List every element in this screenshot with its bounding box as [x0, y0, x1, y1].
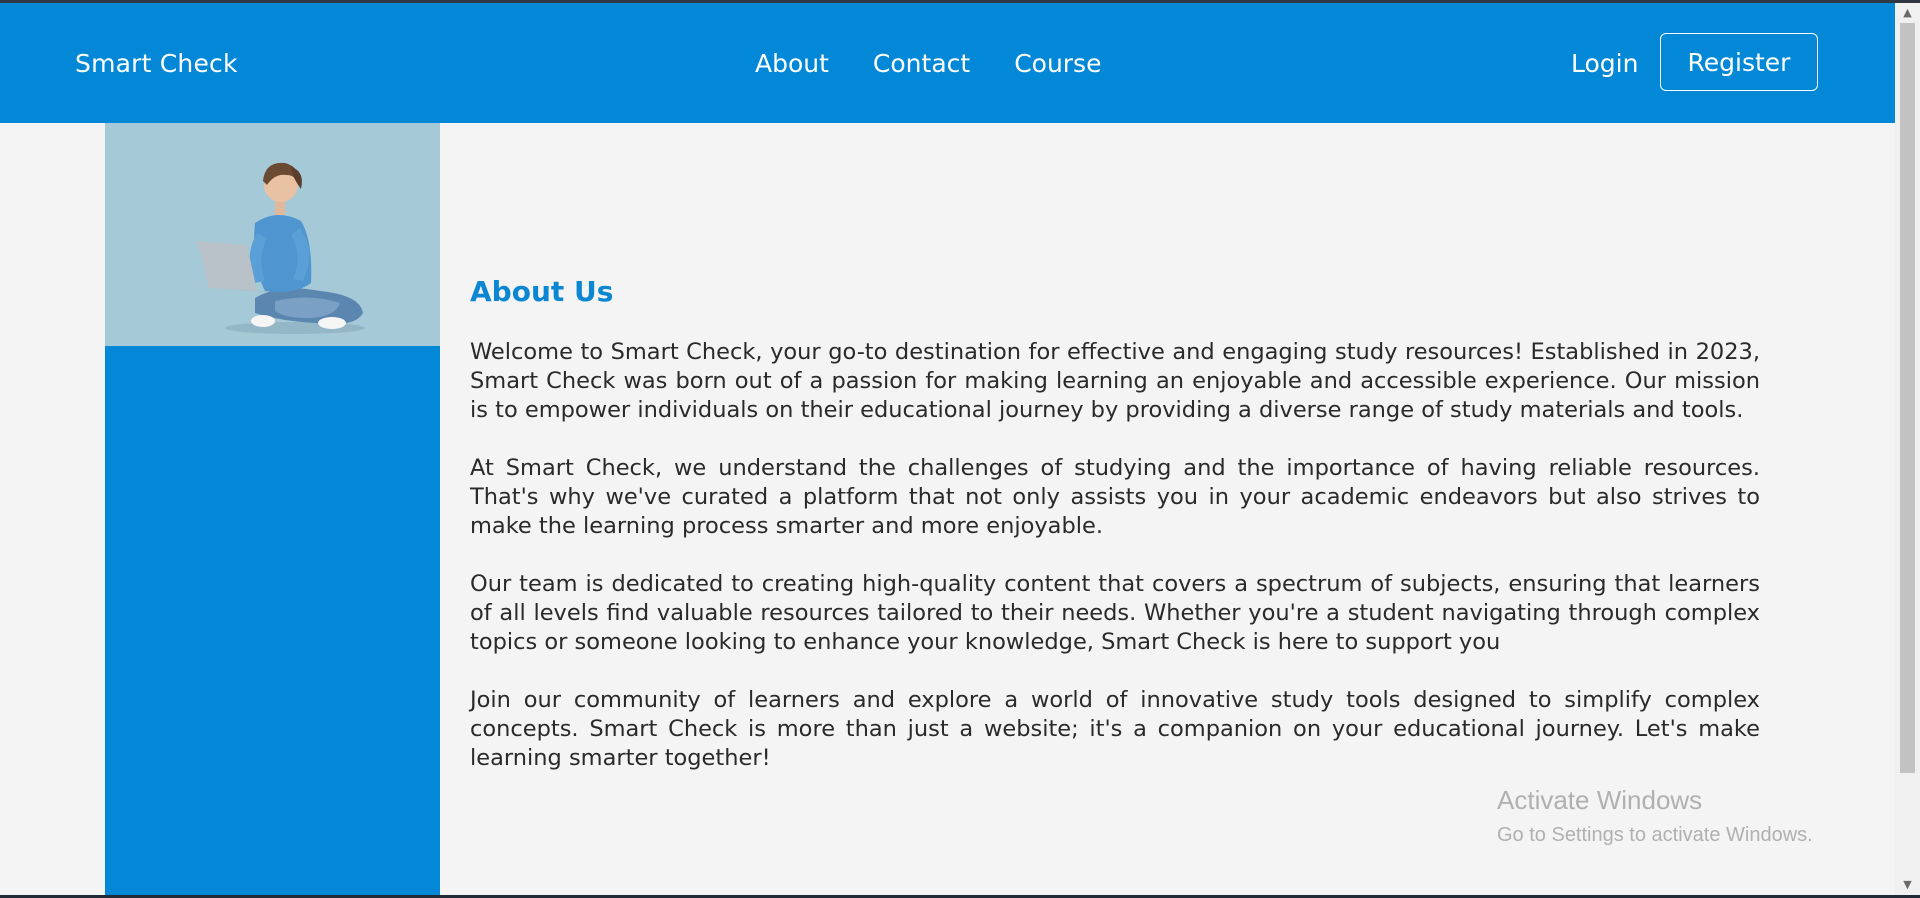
about-paragraph-1: Welcome to Smart Check, your go-to desti… [470, 339, 1760, 423]
brand-logo-link[interactable]: Smart Check [75, 49, 238, 78]
vertical-scrollbar[interactable]: ▲ ▼ [1895, 3, 1920, 895]
scroll-thumb[interactable] [1900, 23, 1915, 773]
about-paragraph-3: Our team is dedicated to creating high-q… [470, 571, 1760, 655]
browser-viewport: Smart Check About Contact Course Login R… [0, 3, 1895, 895]
activate-windows-watermark: Activate Windows Go to Settings to activ… [1497, 785, 1813, 847]
student-photo [105, 123, 440, 346]
about-paragraph-2: At Smart Check, we understand the challe… [470, 455, 1760, 539]
about-section: About Us Welcome to Smart Check, your go… [470, 275, 1760, 802]
navbar: Smart Check About Contact Course Login R… [0, 3, 1895, 123]
about-heading: About Us [470, 275, 614, 308]
nav-link-contact[interactable]: Contact [873, 49, 970, 78]
about-paragraph-4: Join our community of learners and explo… [470, 687, 1760, 771]
nav-links: About Contact Course [755, 49, 1101, 78]
nav-link-course[interactable]: Course [1014, 49, 1101, 78]
watermark-subtitle: Go to Settings to activate Windows. [1497, 824, 1813, 846]
nav-link-about[interactable]: About [755, 49, 829, 78]
scroll-down-arrow-icon[interactable]: ▼ [1895, 875, 1920, 895]
scroll-up-arrow-icon[interactable]: ▲ [1895, 3, 1920, 23]
register-button[interactable]: Register [1660, 33, 1818, 91]
login-link[interactable]: Login [1571, 49, 1638, 78]
watermark-title: Activate Windows [1497, 785, 1703, 815]
